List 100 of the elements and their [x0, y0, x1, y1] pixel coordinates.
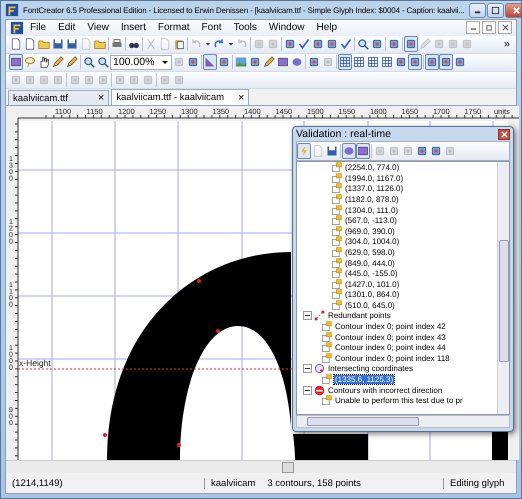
menu-item[interactable]: Window — [262, 22, 310, 34]
minimize-button[interactable] — [466, 21, 480, 34]
lasso-icon — [24, 56, 36, 68]
tree-item[interactable]: (849.0, 444.0) — [344, 258, 396, 268]
toolbar-overflow-button[interactable]: » — [500, 38, 513, 50]
toolbar-button[interactable] — [356, 143, 370, 160]
tool-icon — [326, 38, 338, 50]
tree-item[interactable]: (1994.0, 1167.0) — [344, 174, 404, 183]
tree-item[interactable]: (2254.0, 774.0) — [344, 163, 400, 172]
tree-item[interactable]: (969.0, 390.0) — [344, 226, 396, 236]
tree-item[interactable]: Contour index 0; point index 44 — [334, 343, 447, 352]
toolbar-button[interactable] — [404, 36, 418, 52]
pointer-icon — [204, 56, 216, 68]
collapse-toggle[interactable] — [303, 386, 312, 395]
toolbar-button[interactable] — [23, 36, 37, 52]
menu-item[interactable]: View — [81, 22, 115, 34]
tree-item[interactable]: Contour index 0; point index 43 — [334, 332, 447, 342]
tool-icon — [159, 74, 171, 86]
tree-item[interactable]: (1427.0, 101.0) — [344, 280, 400, 289]
tool-icon — [405, 38, 417, 50]
tree-item[interactable]: Unable to perform this test due to pr — [334, 396, 464, 406]
zoom-combo[interactable]: 100.00% — [110, 54, 172, 70]
close-button[interactable] — [498, 21, 512, 34]
tool-icon — [187, 56, 199, 68]
picture-icon — [235, 56, 247, 68]
tree-item[interactable]: (629.0, 598.0) — [344, 248, 396, 257]
tree-item[interactable]: (1182.0, 878.0) — [344, 194, 400, 204]
warning-document-icon — [321, 395, 332, 406]
menu-item[interactable]: Tools — [228, 22, 263, 34]
document-tab[interactable]: kaalviicam.ttf × — [8, 90, 110, 106]
menu-item[interactable]: Format — [152, 22, 196, 34]
tab-close-button[interactable]: × — [98, 92, 104, 104]
warning-document-icon — [331, 226, 342, 237]
toolbar-button[interactable] — [408, 54, 422, 70]
tree-item[interactable]: Contour index 0; point index 118 — [334, 354, 451, 363]
warning-document-icon — [331, 268, 342, 280]
document-tab[interactable]: kaalviicam.ttf - kaalviicam × — [111, 89, 250, 106]
tool-icon — [454, 56, 466, 68]
collapse-toggle[interactable] — [303, 364, 312, 374]
tree-item[interactable]: (304.0, 1004.0) — [344, 237, 400, 246]
tool-icon — [388, 145, 400, 158]
restore-button[interactable] — [482, 21, 496, 34]
document-app-icon[interactable] — [10, 20, 24, 35]
menu-item[interactable]: Help — [310, 22, 344, 34]
cursor-coordinates: (1214,1149) — [11, 478, 64, 489]
tool-icon — [284, 38, 296, 50]
tool-icon — [374, 145, 386, 158]
collapse-toggle[interactable] — [303, 311, 312, 320]
tree-item[interactable]: (1301.0, 864.0) — [344, 290, 400, 300]
grid-icon — [367, 56, 379, 68]
maximize-icon — [490, 6, 500, 14]
warning-document-icon — [321, 352, 332, 364]
tree-item[interactable]: (510.0, 645.0) — [344, 300, 396, 310]
square-icon — [277, 56, 289, 68]
glyph-point[interactable] — [216, 329, 220, 334]
tree-item[interactable]: (1304.0, 111.0) — [344, 206, 400, 215]
document-icon — [159, 38, 171, 50]
tree-item[interactable]: (567.0, -113.0) — [344, 216, 398, 226]
folder-icon — [94, 38, 106, 50]
tree-category[interactable]: Redundant points — [327, 311, 392, 320]
tool-icon — [447, 38, 459, 50]
toolbar-button[interactable] — [9, 36, 23, 52]
tool-icon — [173, 56, 185, 68]
close-icon — [500, 130, 508, 138]
toolbar-button[interactable] — [425, 54, 439, 70]
menu-item[interactable]: Font — [196, 22, 228, 34]
menu-item[interactable]: Insert — [114, 22, 152, 34]
tree-category[interactable]: Intersecting coordinates — [327, 364, 414, 374]
tool-icon — [444, 145, 456, 158]
tool-icon — [395, 56, 407, 68]
tool-icon — [388, 38, 400, 50]
horizontal-scrollbar[interactable] — [296, 415, 510, 428]
tree-item[interactable]: Contour index 0; point index 42 — [334, 322, 447, 332]
vertical-scrollbar[interactable] — [497, 162, 509, 414]
tree-item[interactable]: (1335.6, 1125.3) — [334, 375, 394, 384]
toolbar-button[interactable] — [439, 54, 453, 70]
tree-item[interactable]: (1337.0, 1126.0) — [344, 184, 404, 194]
close-button[interactable] — [498, 128, 510, 140]
toolbar-button[interactable] — [9, 54, 23, 70]
tab-close-button[interactable]: × — [238, 92, 244, 104]
tree-item[interactable]: (445.0, -155.0) — [344, 269, 398, 278]
tool-icon — [416, 145, 428, 158]
menu-item[interactable]: Edit — [52, 22, 82, 34]
tool-icon — [24, 74, 36, 86]
tree-category[interactable]: Contours with incorrect direction — [327, 386, 444, 395]
tool-icon — [371, 38, 383, 50]
tool-icon — [142, 74, 154, 86]
tool-icon — [267, 38, 279, 50]
glyph-point[interactable] — [177, 443, 181, 448]
tool-icon — [173, 74, 185, 86]
glyph-name: kaalviicam — [204, 478, 262, 489]
warning-document-icon — [331, 183, 342, 194]
menu-item[interactable]: File — [24, 22, 52, 34]
toolbar-button[interactable] — [338, 54, 352, 70]
maximize-button[interactable] — [486, 2, 504, 18]
tool-icon — [52, 74, 64, 86]
minimize-button[interactable] — [468, 2, 486, 18]
tool-icon — [308, 56, 320, 68]
horizontal-scrollbar[interactable] — [6, 460, 516, 474]
tool-icon — [430, 145, 442, 158]
